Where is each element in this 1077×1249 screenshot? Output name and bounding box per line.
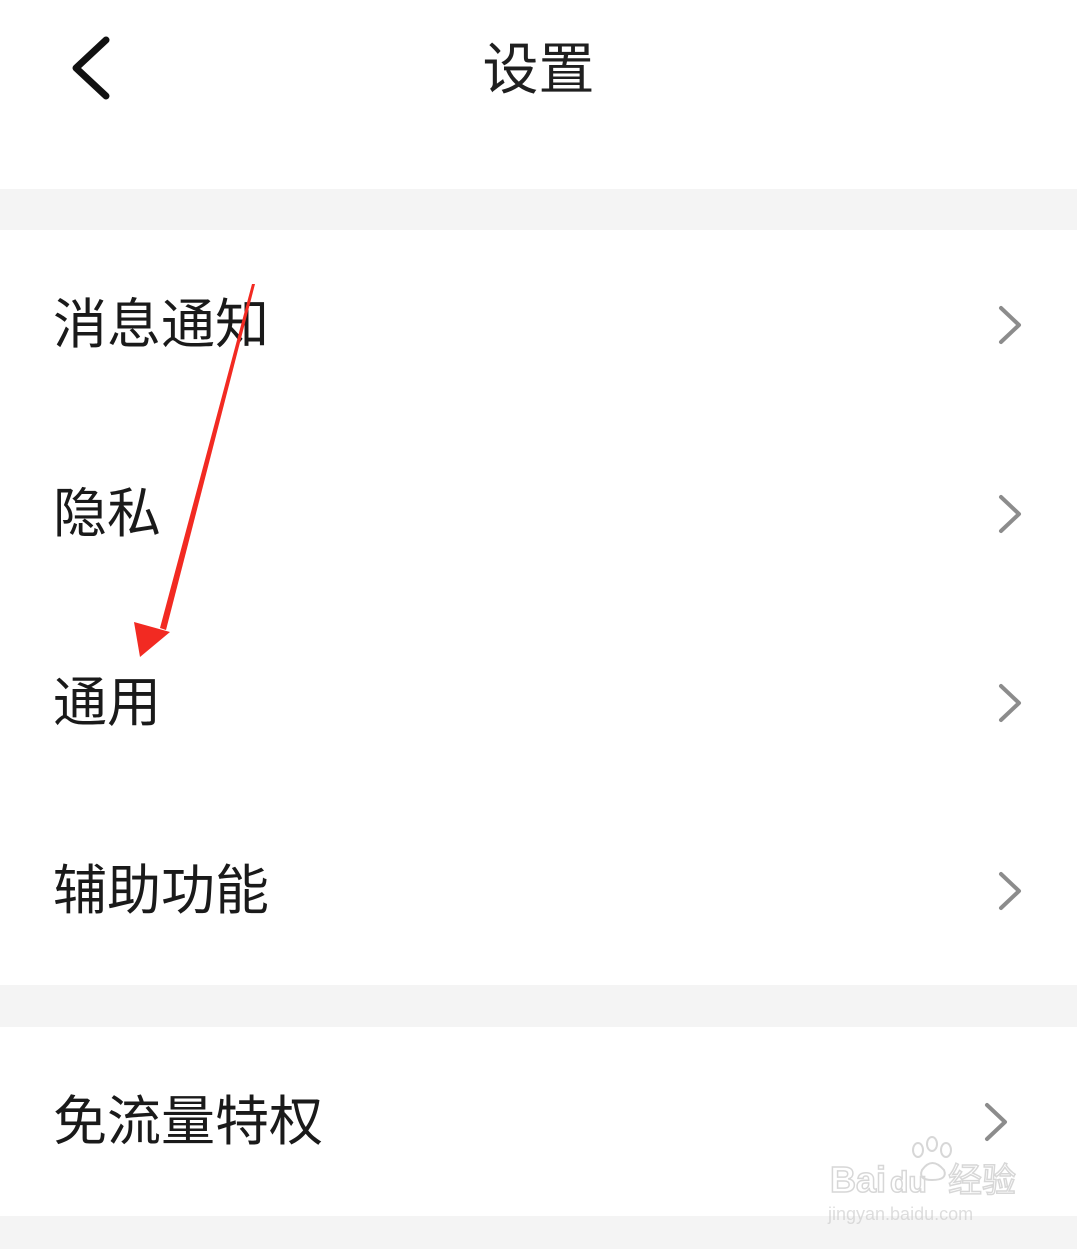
chevron-right-icon xyxy=(997,682,1023,724)
section-divider xyxy=(0,189,1077,230)
settings-item-accessibility[interactable]: 辅助功能 xyxy=(0,797,1077,985)
chevron-right-icon xyxy=(997,304,1023,346)
settings-item-label: 免流量特权 xyxy=(53,1089,323,1153)
settings-item-label: 隐私 xyxy=(53,481,161,545)
page-title: 设置 xyxy=(482,38,595,103)
settings-item-free-data[interactable]: 免流量特权 xyxy=(0,1027,1077,1216)
settings-item-general[interactable]: 通用 xyxy=(0,608,1077,797)
section-divider xyxy=(0,985,1077,1027)
section-divider xyxy=(0,1216,1077,1249)
settings-item-notifications[interactable]: 消息通知 xyxy=(0,230,1077,419)
chevron-right-icon xyxy=(997,870,1023,912)
chevron-right-icon xyxy=(997,493,1023,535)
settings-item-label: 消息通知 xyxy=(53,292,269,356)
settings-item-label: 辅助功能 xyxy=(53,859,269,922)
settings-item-privacy[interactable]: 隐私 xyxy=(0,419,1077,608)
chevron-right-icon xyxy=(983,1101,1009,1143)
top-app-bar: 设置 xyxy=(0,0,1077,189)
settings-item-label: 通用 xyxy=(53,670,161,734)
